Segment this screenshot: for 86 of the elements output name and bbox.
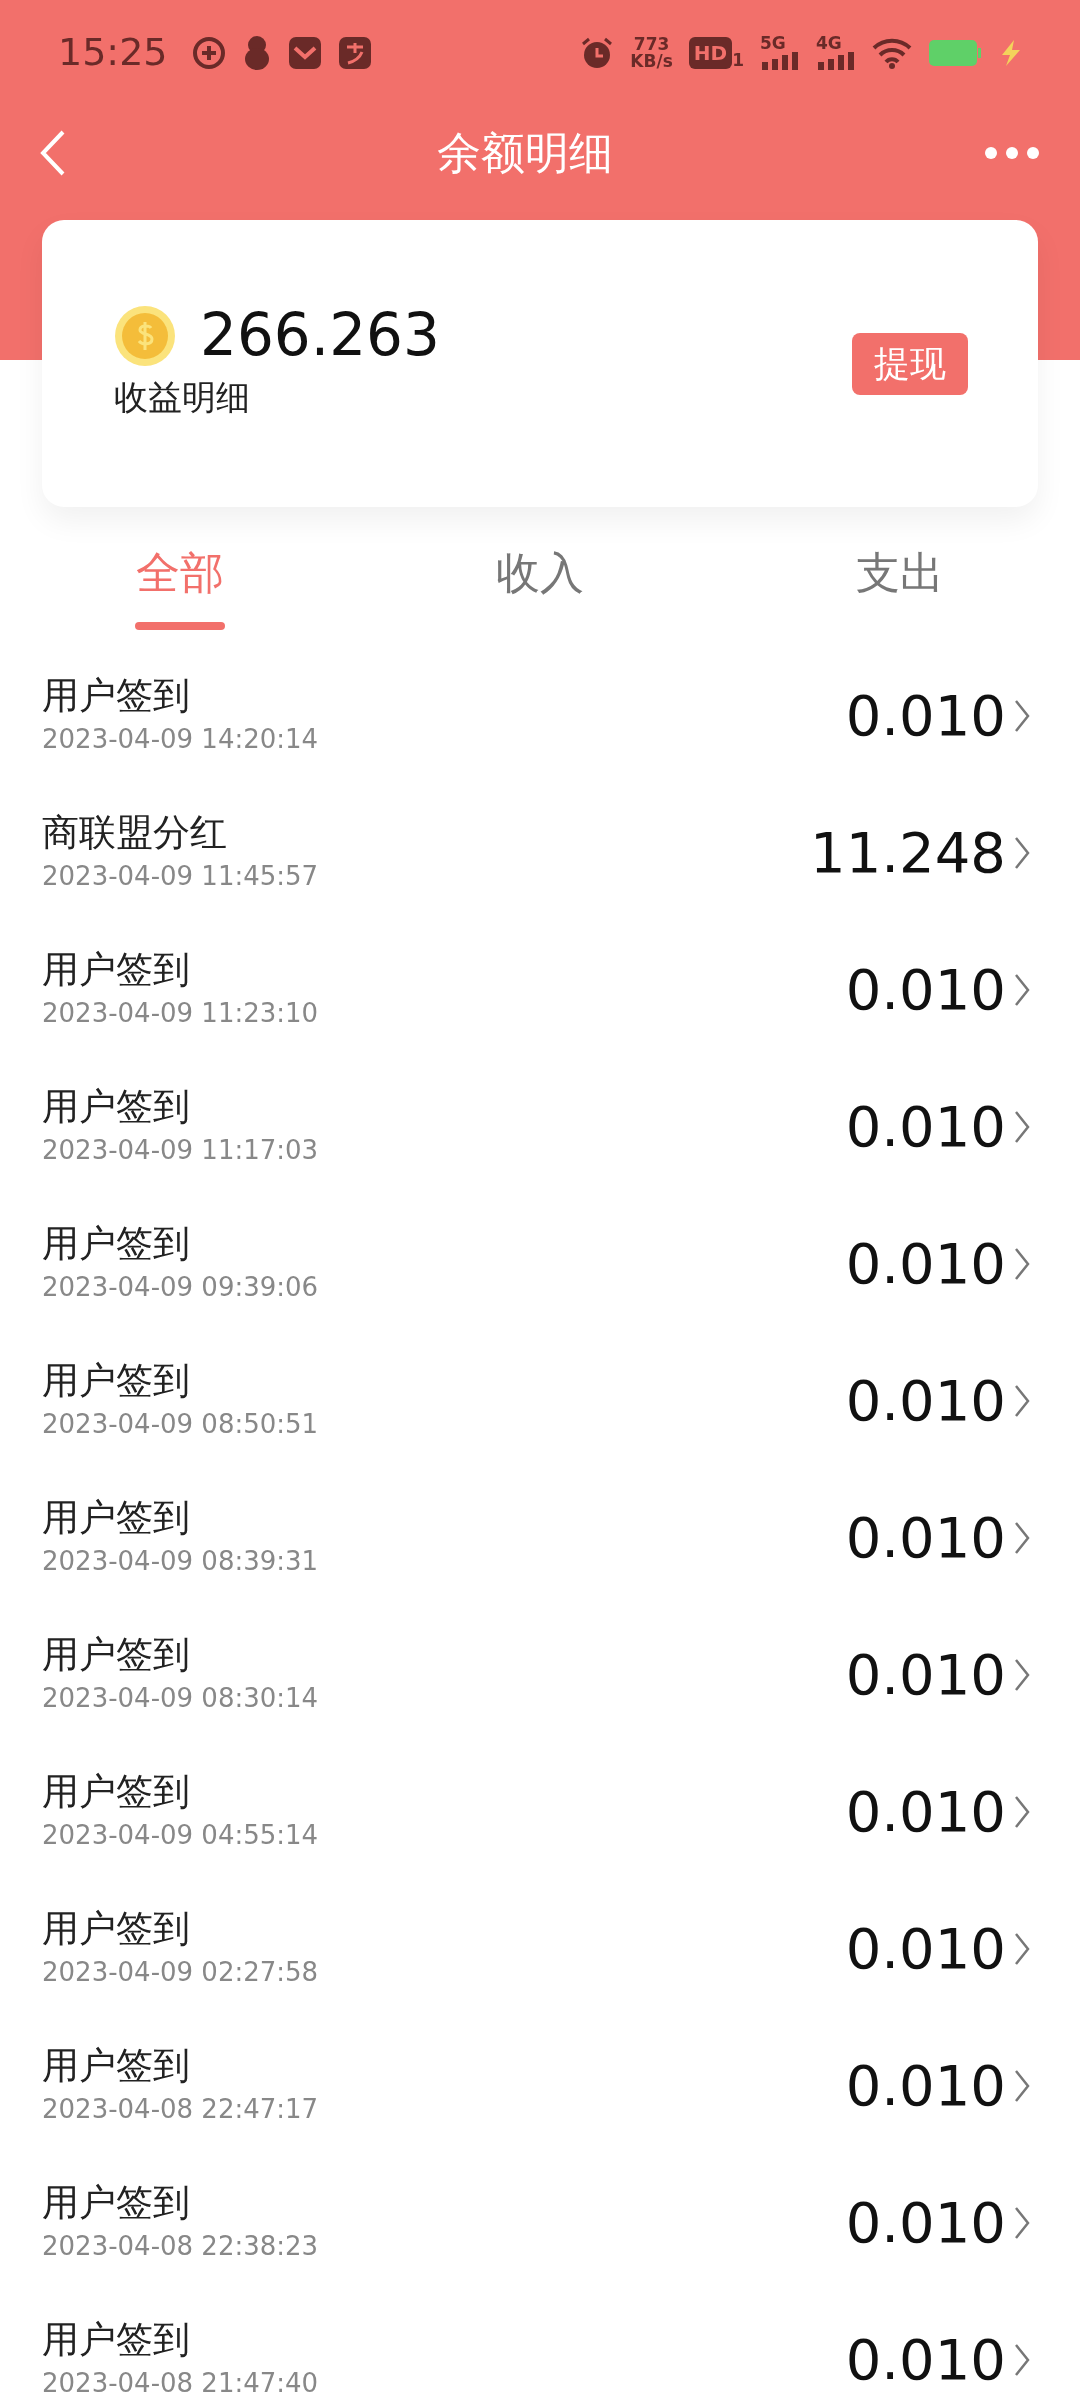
record-title: 用户签到	[42, 1494, 191, 1541]
network-type: 4G	[816, 35, 843, 52]
record-amount: 0.010	[845, 2325, 1006, 2394]
record-amount: 0.010	[845, 1092, 1006, 1161]
record-row[interactable]: 用户签到 2023-04-09 08:39:31 0.010	[0, 1469, 1080, 1606]
chevron-right-icon	[1014, 1383, 1030, 1418]
more-button[interactable]	[984, 145, 1040, 160]
clock-time: 15:25	[58, 29, 168, 76]
record-amount: 0.010	[845, 1229, 1006, 1298]
record-title: 用户签到	[42, 2042, 191, 2089]
chevron-right-icon	[1014, 1931, 1030, 1966]
chevron-right-icon	[1014, 2205, 1030, 2240]
record-row[interactable]: 用户签到 2023-04-09 11:23:10 0.010	[0, 921, 1080, 1058]
record-title: 用户签到	[42, 2316, 191, 2363]
record-amount: 0.010	[845, 1503, 1006, 1572]
more-icon	[984, 145, 1040, 160]
chevron-right-icon	[1014, 1520, 1030, 1555]
sim-number: 1	[732, 51, 744, 69]
wifi-icon	[872, 36, 912, 69]
record-amount: 0.010	[845, 955, 1006, 1024]
record-row[interactable]: 用户签到 2023-04-08 21:47:40 0.010	[0, 2291, 1080, 2400]
record-time: 2023-04-09 11:45:57	[42, 860, 319, 894]
record-time: 2023-04-08 22:38:23	[42, 2230, 319, 2264]
balance-label: 收益明细	[114, 375, 251, 419]
record-amount: 11.248	[810, 818, 1006, 887]
chevron-right-icon	[1014, 1109, 1030, 1144]
signal-icon	[816, 52, 856, 70]
record-time: 2023-04-09 08:39:31	[42, 1545, 319, 1579]
record-time: 2023-04-08 22:47:17	[42, 2093, 319, 2127]
speed-unit: KB/s	[630, 52, 673, 70]
chevron-right-icon	[1014, 2342, 1030, 2377]
network-speed: 773	[633, 35, 670, 53]
record-amount: 0.010	[845, 2188, 1006, 2257]
record-time: 2023-04-09 11:17:03	[42, 1134, 319, 1168]
network-type: 5G	[760, 35, 787, 52]
battery-icon	[928, 38, 982, 67]
record-title: 商联盟分红	[42, 809, 228, 856]
record-amount: 0.010	[845, 681, 1006, 750]
record-amount: 0.010	[845, 2051, 1006, 2120]
record-time: 2023-04-09 04:55:14	[42, 1819, 319, 1853]
record-title: 用户签到	[42, 672, 191, 719]
record-title: 用户签到	[42, 1220, 191, 1267]
record-time: 2023-04-09 08:50:51	[42, 1408, 319, 1442]
chevron-right-icon	[1014, 698, 1030, 733]
record-time: 2023-04-09 09:39:06	[42, 1271, 319, 1305]
alarm-icon	[580, 35, 615, 70]
record-amount: 0.010	[845, 1640, 1006, 1709]
record-amount: 0.010	[845, 1777, 1006, 1846]
page-title: 余额明细	[437, 125, 613, 180]
record-row[interactable]: 用户签到 2023-04-09 04:55:14 0.010	[0, 1743, 1080, 1880]
record-time: 2023-04-09 02:27:58	[42, 1956, 319, 1990]
record-title: 用户签到	[42, 1631, 191, 1678]
record-row[interactable]: 用户签到 2023-04-09 11:17:03 0.010	[0, 1058, 1080, 1195]
record-time: 2023-04-09 08:30:14	[42, 1682, 319, 1716]
record-title: 用户签到	[42, 1083, 191, 1130]
record-row[interactable]: 商联盟分红 2023-04-09 11:45:57 11.248	[0, 784, 1080, 921]
record-row[interactable]: 用户签到 2023-04-09 09:39:06 0.010	[0, 1195, 1080, 1332]
record-title: 用户签到	[42, 1357, 191, 1404]
chevron-right-icon	[1014, 2068, 1030, 2103]
coin-icon	[114, 305, 176, 367]
chevron-right-icon	[1014, 1657, 1030, 1692]
record-title: 用户签到	[42, 946, 191, 993]
chevron-right-icon	[1014, 972, 1030, 1007]
record-row[interactable]: 用户签到 2023-04-09 08:50:51 0.010	[0, 1332, 1080, 1469]
record-row[interactable]: 用户签到 2023-04-09 14:20:14 0.010	[0, 647, 1080, 784]
record-row[interactable]: 用户签到 2023-04-09 02:27:58 0.010	[0, 1880, 1080, 2017]
signal-icon	[760, 52, 800, 70]
record-title: 用户签到	[42, 2179, 191, 2226]
back-button[interactable]	[40, 129, 66, 176]
balance-amount: 266.263	[200, 304, 440, 368]
chevron-right-icon	[1014, 1246, 1030, 1281]
record-row[interactable]: 用户签到 2023-04-08 22:38:23 0.010	[0, 2154, 1080, 2291]
record-title: 用户签到	[42, 1905, 191, 1952]
record-title: 用户签到	[42, 1768, 191, 1815]
tab[interactable]: 支出	[720, 507, 1080, 647]
record-time: 2023-04-09 14:20:14	[42, 723, 319, 757]
chevron-right-icon	[1014, 1794, 1030, 1829]
record-time: 2023-04-08 21:47:40	[42, 2367, 319, 2400]
record-row[interactable]: 用户签到 2023-04-09 08:30:14 0.010	[0, 1606, 1080, 1743]
record-amount: 0.010	[845, 1914, 1006, 1983]
record-amount: 0.010	[845, 1366, 1006, 1435]
record-row[interactable]: 用户签到 2023-04-08 22:47:17 0.010	[0, 2017, 1080, 2154]
back-icon	[40, 129, 66, 176]
tab[interactable]: 收入	[360, 507, 720, 647]
chevron-right-icon	[1014, 835, 1030, 870]
record-time: 2023-04-09 11:23:10	[42, 997, 319, 1031]
